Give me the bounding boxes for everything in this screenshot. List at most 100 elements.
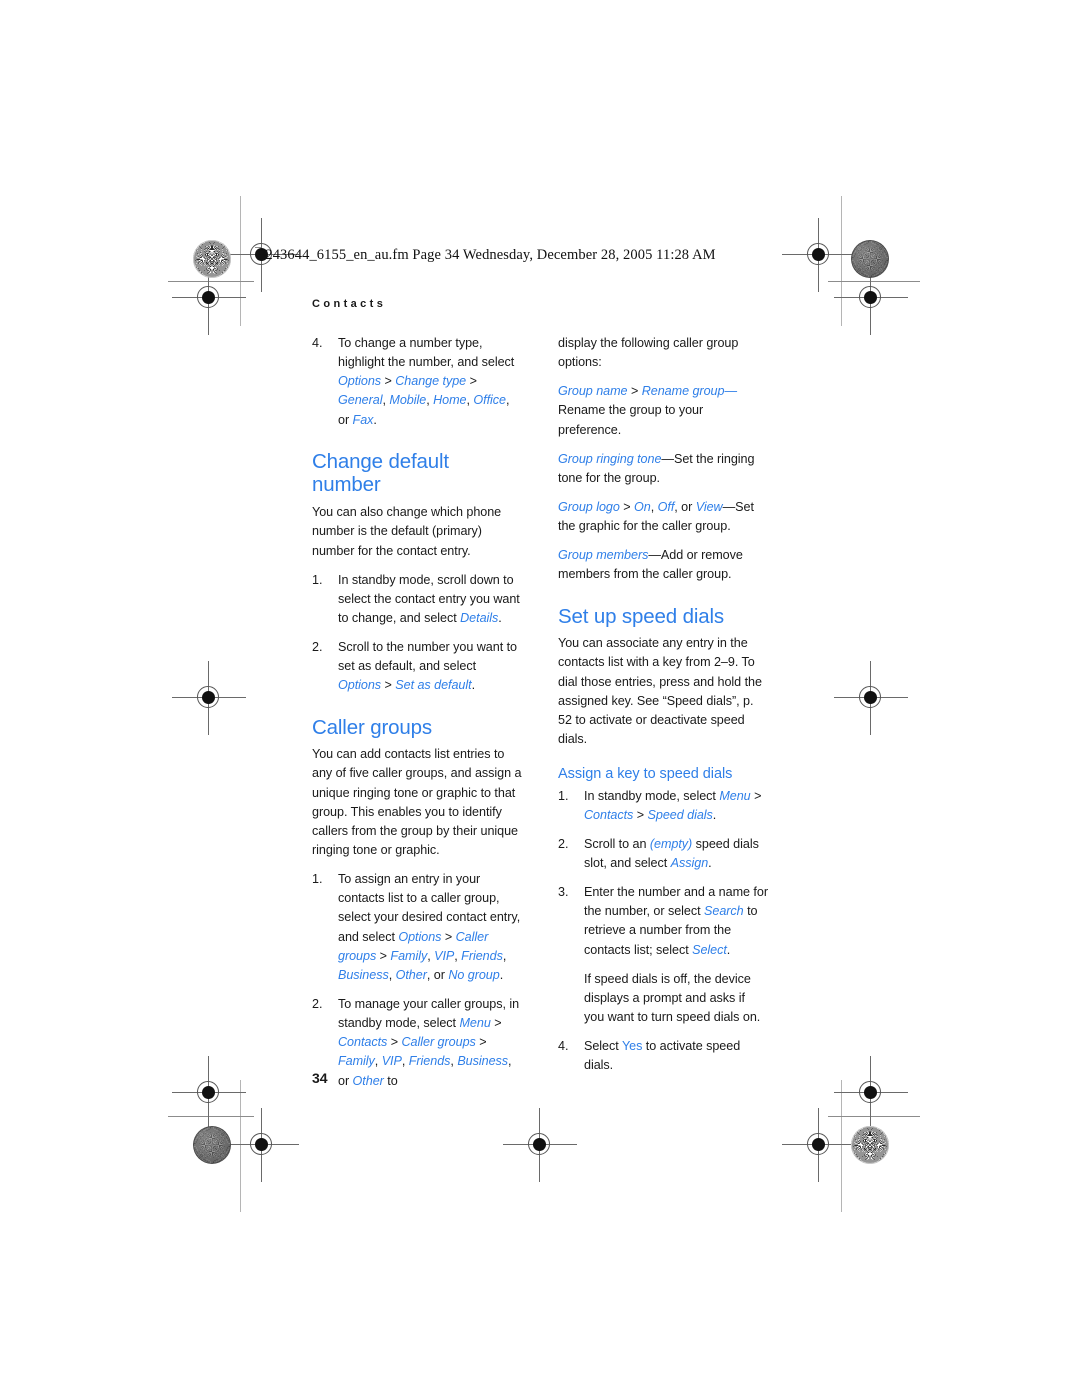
ui-string: Contacts bbox=[338, 1035, 388, 1050]
ui-string: Rename group bbox=[641, 384, 725, 399]
right-column: display the following caller group optio… bbox=[558, 334, 768, 1101]
trim-rule-right-bottom bbox=[841, 1080, 842, 1212]
period: . bbox=[498, 610, 502, 625]
em-dash: — bbox=[722, 499, 736, 514]
comma: , bbox=[374, 1054, 382, 1069]
option-group-members: Group members—Add or remove members from… bbox=[558, 546, 768, 584]
numbered-steps-number-type: 4. To change a number type, highlight the… bbox=[312, 334, 522, 430]
ui-string: Contacts bbox=[584, 807, 634, 822]
path-separator: > bbox=[441, 929, 456, 944]
registration-crosshair-lower-left bbox=[172, 1056, 246, 1130]
section-heading-change-default-number: Change default number bbox=[312, 449, 449, 497]
trim-rule-right bbox=[841, 196, 842, 326]
ui-string: Options bbox=[398, 929, 442, 944]
two-column-body: 4. To change a number type, highlight the… bbox=[312, 334, 768, 1101]
ui-string: Caller groups bbox=[401, 1035, 476, 1050]
step-number: 2. bbox=[312, 640, 323, 655]
ui-string: Friends bbox=[408, 1054, 451, 1069]
ui-string: General bbox=[338, 393, 383, 408]
conjunction: , or bbox=[674, 499, 696, 514]
path-separator: > bbox=[387, 1035, 402, 1050]
path-separator: > bbox=[627, 384, 642, 399]
step-number: 1. bbox=[312, 572, 323, 587]
ui-string: On bbox=[634, 499, 651, 514]
registration-crosshair-top-right bbox=[782, 218, 856, 292]
step-number: 2. bbox=[312, 996, 323, 1011]
ui-string: (empty) bbox=[649, 836, 693, 851]
trim-rule-top-right bbox=[828, 281, 920, 282]
ui-string: Family bbox=[338, 1054, 375, 1069]
subheading-assign-a-key-to-speed-dials: Assign a key to speed dials bbox=[558, 766, 733, 783]
registration-crosshair-lower-right bbox=[834, 1056, 908, 1130]
ui-string: Off bbox=[657, 499, 675, 514]
ui-string: Family bbox=[390, 948, 428, 963]
trim-rule-left bbox=[240, 196, 241, 326]
list-item: 1. To assign an entry in your contacts li… bbox=[312, 870, 522, 985]
em-dash: — bbox=[724, 384, 737, 399]
note-text: If speed dials is off, the device displa… bbox=[584, 971, 761, 1024]
period: . bbox=[471, 678, 476, 693]
option-group-ringing-tone: Group ringing tone—Set the ringing tone … bbox=[558, 450, 768, 488]
em-dash: — bbox=[661, 451, 674, 466]
option-group-name: Group name > Rename group— Rename the gro… bbox=[558, 382, 768, 439]
comma: , bbox=[650, 499, 658, 514]
ui-string: Fax bbox=[352, 412, 374, 427]
path-separator: > bbox=[381, 678, 396, 693]
list-item: 3. Enter the number and a name for the nu… bbox=[558, 883, 768, 960]
registration-crosshair-upper-right bbox=[834, 261, 908, 335]
star-target-mark-bottom-right bbox=[851, 1126, 889, 1164]
path-separator: > bbox=[381, 374, 396, 389]
ui-string: Other bbox=[395, 967, 427, 982]
ui-string: Business bbox=[457, 1054, 509, 1069]
ui-string: View bbox=[695, 499, 723, 514]
comma: , bbox=[388, 967, 396, 982]
period: . bbox=[712, 807, 717, 822]
ui-string: Details bbox=[460, 610, 499, 625]
ui-string: Group name bbox=[558, 384, 628, 399]
list-item: 1. In standby mode, select Menu > Contact… bbox=[558, 787, 768, 825]
path-separator: > bbox=[475, 1035, 487, 1050]
star-target-mark-top-left bbox=[193, 240, 231, 278]
ui-string: No group bbox=[448, 967, 500, 982]
list-item: 2. Scroll to the number you want to set a… bbox=[312, 638, 522, 695]
registration-crosshair-bottom-center bbox=[503, 1108, 577, 1182]
ui-string: Speed dials bbox=[647, 807, 713, 822]
ui-string: Yes bbox=[621, 1039, 643, 1054]
path-separator: > bbox=[750, 788, 762, 803]
comma: , bbox=[502, 948, 507, 963]
trim-rule-bottom-right bbox=[828, 1116, 920, 1117]
list-item-note: If speed dials is off, the device displa… bbox=[558, 970, 768, 1027]
density-patch-bottom-left bbox=[193, 1126, 231, 1164]
path-separator: > bbox=[490, 1016, 502, 1031]
step-number: 2. bbox=[558, 836, 569, 851]
registration-crosshair-bottom-right bbox=[782, 1108, 856, 1182]
registration-crosshair-middle-left bbox=[172, 661, 246, 735]
step-text: Scroll to the number you want to set as … bbox=[338, 640, 518, 674]
paragraph-speed-dials-intro: You can associate any entry in the conta… bbox=[558, 636, 762, 747]
section-heading-caller-groups: Caller groups bbox=[312, 715, 432, 739]
conjunction: , or bbox=[426, 967, 449, 982]
ui-string: Options bbox=[338, 678, 382, 693]
list-item: 2. Scroll to an (empty) speed dials slot,… bbox=[558, 835, 768, 873]
page-number: 34 bbox=[312, 1070, 328, 1086]
list-item: 4. To change a number type, highlight the… bbox=[312, 334, 522, 430]
ui-string: VIP bbox=[434, 948, 455, 963]
paragraph-continuation: display the following caller group optio… bbox=[558, 336, 739, 370]
path-separator: > bbox=[633, 807, 648, 822]
ui-string: Other bbox=[352, 1073, 384, 1088]
ui-string: Change type bbox=[395, 374, 467, 389]
left-column: 4. To change a number type, highlight the… bbox=[312, 334, 522, 1101]
ui-string: Group members bbox=[558, 548, 649, 563]
registration-crosshair-bottom-left bbox=[225, 1108, 299, 1182]
step-text: In standby mode, select bbox=[584, 788, 720, 803]
list-item: 1. In standby mode, scroll down to select… bbox=[312, 571, 522, 628]
step-number: 4. bbox=[312, 336, 323, 350]
ui-string: Menu bbox=[719, 788, 751, 803]
ui-string: Menu bbox=[459, 1016, 491, 1031]
paragraph-caller-groups-intro: You can add contacts list entries to any… bbox=[312, 747, 522, 857]
film-slug-filename: 9243644_6155_en_au.fm Page 34 Wednesday,… bbox=[258, 247, 716, 263]
path-separator: > bbox=[619, 499, 635, 514]
step-text: Select bbox=[584, 1039, 622, 1054]
ui-string: Mobile bbox=[389, 393, 427, 408]
path-separator: > bbox=[466, 374, 477, 389]
